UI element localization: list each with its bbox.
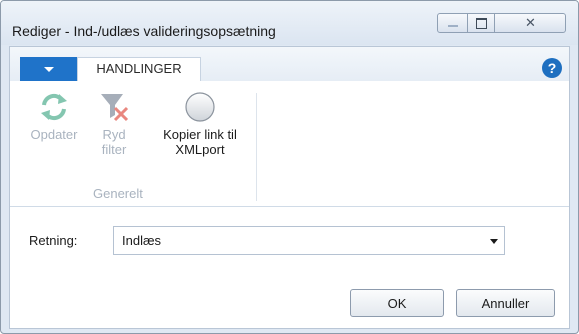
- direction-select[interactable]: Indlæs: [113, 226, 505, 255]
- ribbon-tab-strip: HANDLINGER ?: [10, 47, 569, 82]
- copy-link-xmlport-label: Kopier link til XMLport: [163, 127, 237, 157]
- title-bar[interactable]: Rediger - Ind-/udlæs valideringsopsætnin…: [1, 1, 578, 45]
- maximize-button[interactable]: [467, 13, 495, 33]
- refresh-action[interactable]: Opdater: [24, 91, 84, 142]
- refresh-label: Opdater: [30, 127, 78, 142]
- tab-handlinger[interactable]: HANDLINGER: [77, 57, 201, 81]
- dropdown-arrow-icon: [490, 239, 498, 244]
- direction-label: Retning:: [29, 233, 78, 248]
- window-title: Rediger - Ind-/udlæs valideringsopsætnin…: [12, 23, 276, 39]
- clear-filter-label: Ryd filter: [101, 127, 127, 157]
- ribbon-panel: Opdater Ryd filter Kopier link til XMLpo…: [10, 81, 569, 207]
- ribbon-group-separator: [256, 93, 257, 201]
- cancel-button[interactable]: Annuller: [456, 289, 555, 317]
- dialog-window: Rediger - Ind-/udlæs valideringsopsætnin…: [0, 0, 579, 334]
- ribbon-group-label: Generelt: [93, 186, 143, 201]
- minimize-button[interactable]: [437, 13, 468, 33]
- refresh-icon: [41, 93, 67, 121]
- close-button[interactable]: ✕: [494, 13, 566, 33]
- minimize-icon: [448, 25, 458, 27]
- copy-link-xmlport-action[interactable]: Kopier link til XMLport: [154, 91, 246, 157]
- chevron-down-icon: [44, 67, 54, 72]
- window-controls: ✕: [437, 13, 567, 35]
- ok-button[interactable]: OK: [350, 289, 444, 317]
- direction-value: Indlæs: [122, 233, 162, 248]
- clear-filter-action[interactable]: Ryd filter: [92, 91, 136, 157]
- application-menu-button[interactable]: [20, 57, 77, 81]
- dialog-content: HANDLINGER ? Opdater Ryd filter Kopier l…: [9, 46, 570, 329]
- circle-icon: [185, 92, 215, 122]
- maximize-icon: [476, 18, 487, 29]
- help-icon[interactable]: ?: [542, 58, 562, 78]
- clear-filter-icon: [101, 94, 129, 122]
- close-icon: ✕: [525, 15, 536, 30]
